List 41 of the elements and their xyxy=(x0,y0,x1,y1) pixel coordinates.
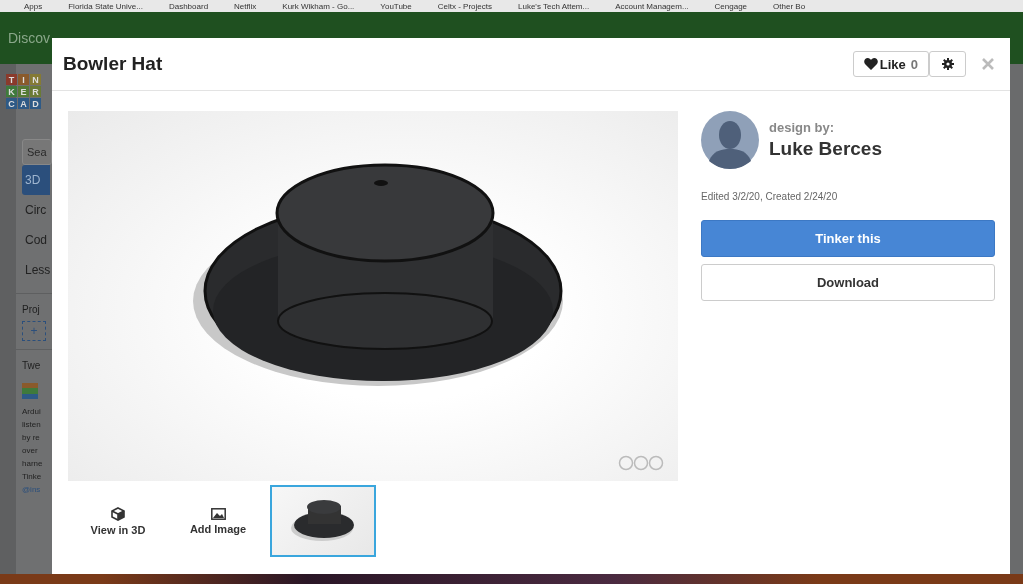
section-heading: Proj xyxy=(22,304,40,315)
bookmark-link[interactable]: Netflix xyxy=(234,1,257,11)
tweet-text: by re xyxy=(22,432,40,444)
bookmark-link[interactable]: Luke's Tech Attem... xyxy=(518,1,590,11)
banner-text: Discov xyxy=(8,30,50,46)
bookmark-link[interactable]: Cengage xyxy=(714,1,748,11)
logo-icon xyxy=(22,383,38,399)
designer-label: design by: xyxy=(769,120,835,135)
bookmark-link[interactable]: Apps xyxy=(24,1,43,11)
tinker-button[interactable]: Tinker this xyxy=(701,220,995,257)
bookmark-link[interactable]: Florida State Unive... xyxy=(68,1,143,11)
cube-icon xyxy=(111,506,125,521)
bookmark-link[interactable]: Kurk Wikham - Go... xyxy=(282,1,355,11)
avatar-silhouette xyxy=(701,111,759,169)
image-icon xyxy=(210,507,226,520)
designer-name[interactable]: Luke Berces xyxy=(769,138,882,160)
search-field[interactable]: Sea xyxy=(22,139,52,165)
section-heading: Twe xyxy=(22,360,41,371)
download-button[interactable]: Download xyxy=(701,264,995,301)
tweet-text: harne xyxy=(22,458,43,470)
settings-button[interactable] xyxy=(929,51,966,77)
bookmark-link[interactable]: Celtx - Projects xyxy=(437,1,492,11)
tweet-text: over xyxy=(22,445,38,457)
logo: T I N K E R C A D xyxy=(6,74,41,109)
license-icon xyxy=(618,455,664,471)
like-button[interactable]: Like 0 xyxy=(852,51,929,77)
bookmark-link[interactable]: YouTube xyxy=(380,1,412,11)
edit-dates: Edited 3/2/20, Created 2/24/20 xyxy=(701,191,839,202)
sidebar-item[interactable]: 3D xyxy=(22,165,50,195)
tweet-text: listen xyxy=(22,419,41,431)
tweet-text: Tinke xyxy=(22,471,42,483)
bookmark-link[interactable]: Dashboard xyxy=(168,1,209,11)
modal-title: Bowler Hat xyxy=(63,53,164,75)
image-thumbnail[interactable] xyxy=(270,485,376,557)
view-action-button[interactable]: View in 3D xyxy=(68,505,168,537)
bookmark-link[interactable]: Account Managem... xyxy=(615,1,689,11)
view-action-button[interactable]: Add Image xyxy=(168,506,268,536)
heart-icon xyxy=(863,58,878,70)
tweet-text: Ardui xyxy=(22,406,41,418)
settings-icon xyxy=(941,58,954,70)
bookmark-link[interactable]: Other Bo xyxy=(773,1,806,11)
